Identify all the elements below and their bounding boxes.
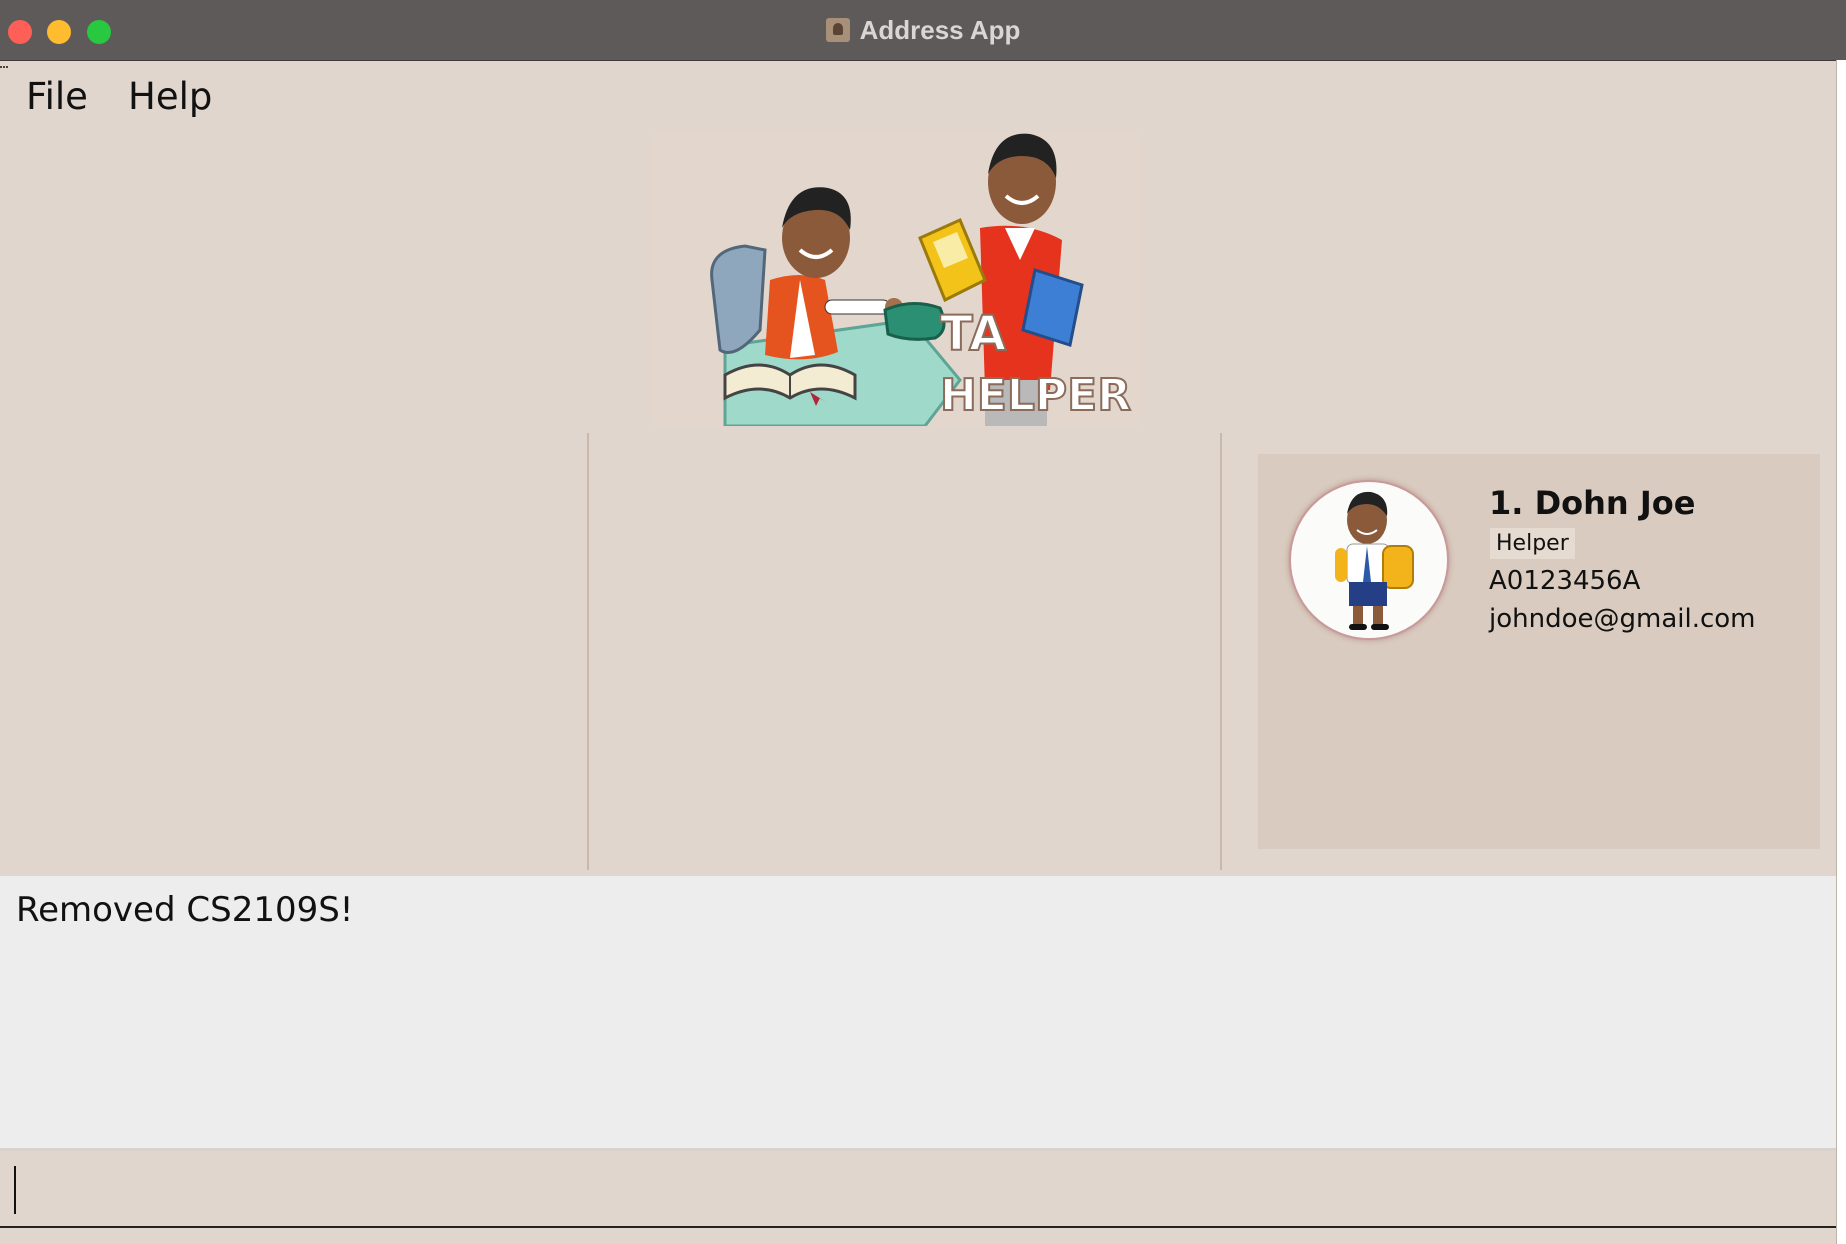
person-tag: Helper — [1490, 528, 1575, 559]
person-name-row: 1. Dohn Joe — [1489, 484, 1695, 522]
student-avatar-icon — [1289, 480, 1449, 640]
app-window: Address App File Help TA HELPER 1. Dohn … — [0, 0, 1846, 1244]
logo-text-helper: HELPER — [940, 370, 1131, 421]
logo-text-ta: TA — [940, 306, 1006, 362]
person-student-id: A0123456A — [1489, 566, 1641, 596]
person-name: Dohn Joe — [1534, 484, 1696, 522]
menu-file[interactable]: File — [26, 75, 88, 118]
window-title: Address App — [859, 14, 1021, 45]
person-index: 1. — [1489, 484, 1524, 522]
title-bar[interactable]: Address App — [0, 0, 1846, 61]
person-email: johndoe@gmail.com — [1489, 604, 1756, 634]
ta-helper-logo: TA HELPER — [650, 130, 1142, 426]
person-card[interactable]: 1. Dohn Joe Helper A0123456A johndoe@gma… — [1258, 454, 1820, 849]
panel-divider-right[interactable] — [1220, 433, 1222, 870]
window-title-group: Address App — [0, 0, 1846, 60]
menu-bar: File Help — [0, 61, 1846, 131]
panel-divider-left[interactable] — [587, 433, 589, 870]
command-box[interactable] — [0, 1152, 1836, 1228]
menu-help[interactable]: Help — [128, 75, 212, 118]
text-caret — [14, 1166, 16, 1214]
ta-helper-illustration: TA HELPER — [710, 133, 1132, 426]
address-book-icon — [825, 18, 850, 42]
command-input[interactable] — [12, 1164, 1820, 1214]
result-display[interactable]: Removed CS2109S! — [0, 876, 1836, 1151]
result-message: Removed CS2109S! — [16, 890, 354, 930]
window-right-edge — [1836, 60, 1846, 1244]
